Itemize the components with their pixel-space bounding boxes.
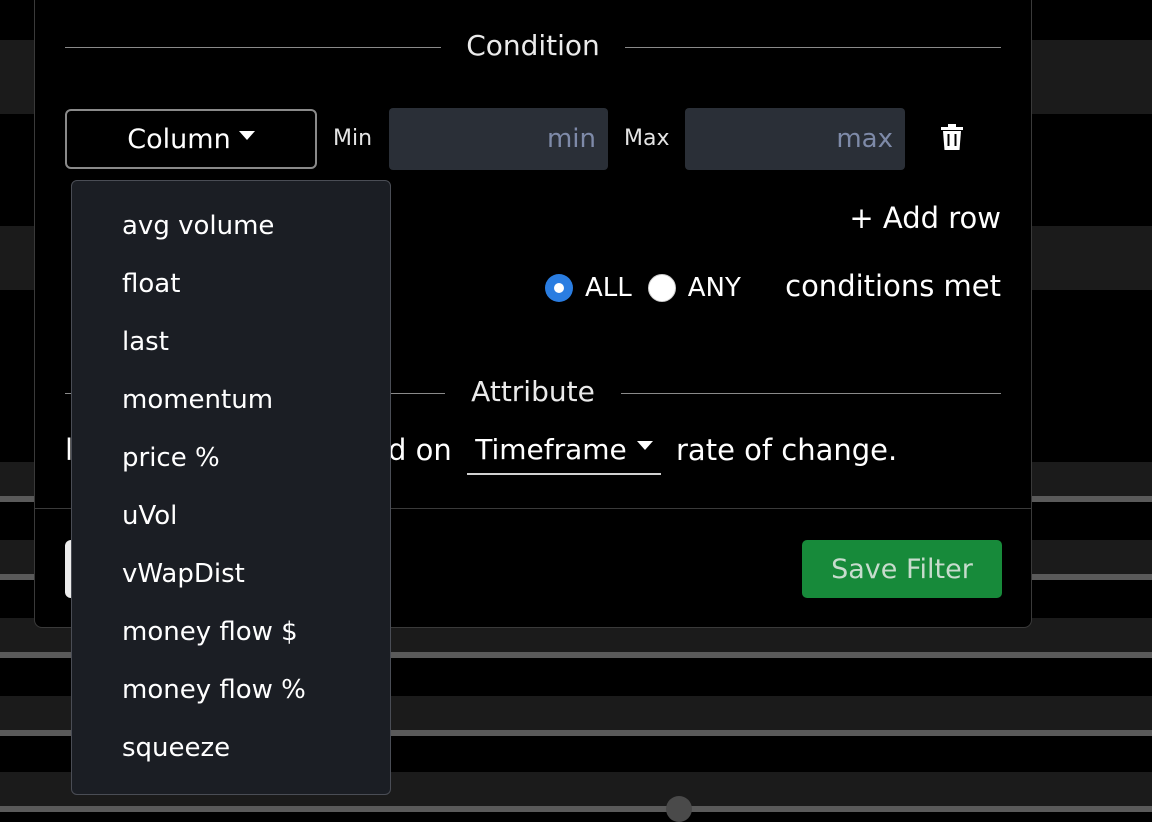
divider-line — [65, 47, 441, 48]
save-filter-button[interactable]: Save Filter — [802, 540, 1002, 598]
divider-line — [625, 47, 1001, 48]
add-row-button[interactable]: + Add row — [849, 201, 1001, 235]
trash-icon[interactable] — [941, 124, 963, 150]
radio-any-label: ANY — [687, 273, 741, 303]
dropdown-item-avg-volume[interactable]: avg volume — [72, 197, 390, 255]
divider-line — [621, 393, 1001, 394]
dropdown-item-squeeze[interactable]: squeeze — [72, 719, 390, 777]
max-label: Max — [624, 126, 670, 151]
attribute-title: Attribute — [471, 375, 595, 408]
min-label: Min — [333, 126, 373, 151]
radio-all-label: ALL — [585, 273, 632, 303]
dropdown-item-last[interactable]: last — [72, 313, 390, 371]
column-dropdown-button[interactable]: Column — [65, 109, 317, 169]
dropdown-item-money-flow-dollar[interactable]: money flow $ — [72, 603, 390, 661]
min-input[interactable] — [389, 108, 608, 170]
caret-down-icon — [238, 130, 255, 140]
dropdown-item-uvol[interactable]: uVol — [72, 487, 390, 545]
condition-title: Condition — [466, 29, 600, 62]
dropdown-item-money-flow-percent[interactable]: money flow % — [72, 661, 390, 719]
match-mode-radio-group: ALL ANY — [545, 271, 757, 305]
radio-any[interactable] — [647, 274, 676, 302]
conditions-met-label: conditions met — [785, 269, 1001, 303]
bg-slider-thumb — [666, 796, 692, 822]
timeframe-dropdown[interactable]: Timeframe — [467, 425, 661, 475]
dropdown-item-float[interactable]: float — [72, 255, 390, 313]
timeframe-label: Timeframe — [475, 432, 627, 466]
column-button-label: Column — [127, 123, 231, 155]
dropdown-item-price-percent[interactable]: price % — [72, 429, 390, 487]
radio-all[interactable] — [545, 274, 573, 302]
column-dropdown-menu: avg volume float last momentum price % u… — [71, 180, 391, 795]
max-input[interactable] — [685, 108, 905, 170]
attribute-sentence-middle: d on — [388, 433, 452, 467]
bg-slider-track — [0, 806, 1152, 812]
dropdown-item-vwapdist[interactable]: vWapDist — [72, 545, 390, 603]
dropdown-item-momentum[interactable]: momentum — [72, 371, 390, 429]
caret-down-icon — [636, 440, 653, 450]
rate-of-change-label: rate of change. — [676, 433, 898, 467]
